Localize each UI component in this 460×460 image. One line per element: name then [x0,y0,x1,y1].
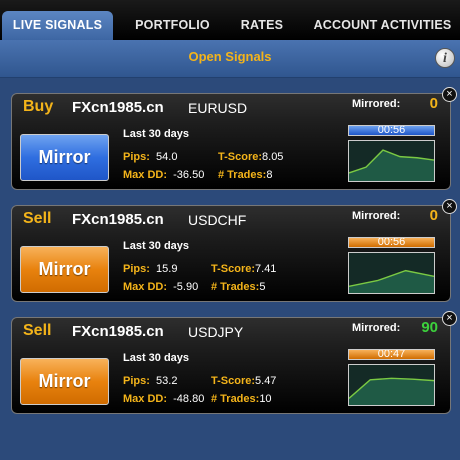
tscore-label: T-Score: [211,263,256,275]
trades-label: # Trades: [218,169,267,181]
performance-sparkline [348,140,435,182]
period-label: Last 30 days [123,128,190,140]
signal-provider[interactable]: FXcn1985.cn [72,211,164,228]
period-label: Last 30 days [123,240,190,252]
mirrored-label: Mirrored: [352,322,401,334]
tscore-value: 8.05 [262,151,284,163]
currency-pair: USDCHF [188,212,247,228]
signal-card: Buy FXcn1985.cn EURUSD Mirrored: 0 × Mir… [11,87,457,190]
maxdd-label: Max DD: [123,393,168,405]
pips-stat: Pips: 15.9 [123,263,177,275]
close-icon[interactable]: × [442,199,457,214]
pips-stat: Pips: 54.0 [123,151,177,163]
open-signals-header: Open Signals i [0,40,460,78]
trades-value: 5 [259,281,266,293]
tscore-stat: T-Score:5.47 [211,375,276,387]
signal-provider[interactable]: FXcn1985.cn [72,323,164,340]
page-title: Open Signals [188,49,272,64]
pips-stat: Pips: 53.2 [123,375,177,387]
mirror-button[interactable]: Mirror [20,358,109,405]
mirrored-label: Mirrored: [352,210,401,222]
pips-value: 53.2 [156,375,178,387]
maxdd-stat: Max DD: -36.50 [123,169,204,181]
sparkline-area [349,378,434,405]
tab-portfolio[interactable]: PORTFOLIO [120,11,225,40]
info-icon[interactable]: i [435,48,455,68]
maxdd-stat: Max DD: -5.90 [123,281,198,293]
pips-label: Pips: [123,375,150,387]
signal-card: Sell FXcn1985.cn USDCHF Mirrored: 0 × Mi… [11,199,457,302]
maxdd-label: Max DD: [123,169,168,181]
trades-stat: # Trades:5 [211,281,265,293]
tab-live-signals[interactable]: LIVE SIGNALS [2,11,113,40]
maxdd-stat: Max DD: -48.80 [123,393,204,405]
tscore-stat: T-Score:8.05 [218,151,283,163]
close-icon[interactable]: × [442,311,457,326]
currency-pair: USDJPY [188,324,244,340]
pips-value: 54.0 [156,151,178,163]
pips-value: 15.9 [156,263,178,275]
tab-bar: LIVE SIGNALS PORTFOLIO RATES ACCOUNT ACT… [0,0,460,40]
timer-text: 00:56 [377,237,406,248]
maxdd-label: Max DD: [123,281,168,293]
timer-progress-bar: 00:56 [348,237,435,248]
mirrored-count: 0 [429,207,438,224]
timer-progress-bar: 00:47 [348,349,435,360]
signal-side: Buy [23,98,54,115]
mirrored-label: Mirrored: [352,98,401,110]
maxdd-value: -48.80 [173,393,205,405]
performance-sparkline [348,364,435,406]
mirrored-count: 0 [429,95,438,112]
tscore-label: T-Score: [218,151,263,163]
trades-stat: # Trades:10 [211,393,272,405]
trades-label: # Trades: [211,393,260,405]
trades-value: 8 [266,169,273,181]
signal-side: Sell [23,322,52,339]
timer-text: 00:47 [377,349,406,360]
signal-provider[interactable]: FXcn1985.cn [72,99,164,116]
maxdd-value: -5.90 [173,281,199,293]
trades-value: 10 [259,393,272,405]
tab-rates[interactable]: RATES [232,11,292,40]
performance-sparkline [348,252,435,294]
mirror-button[interactable]: Mirror [20,246,109,293]
timer-progress-bar: 00:56 [348,125,435,136]
trades-label: # Trades: [211,281,260,293]
period-label: Last 30 days [123,352,190,364]
trades-stat: # Trades:8 [218,169,272,181]
tscore-value: 7.41 [255,263,277,275]
mirror-button[interactable]: Mirror [20,134,109,181]
maxdd-value: -36.50 [173,169,205,181]
tab-account-activities[interactable]: ACCOUNT ACTIVITIES [305,11,460,40]
pips-label: Pips: [123,151,150,163]
close-icon[interactable]: × [442,87,457,102]
tscore-label: T-Score: [211,375,256,387]
tscore-stat: T-Score:7.41 [211,263,276,275]
pips-label: Pips: [123,263,150,275]
currency-pair: EURUSD [188,100,248,116]
signal-side: Sell [23,210,52,227]
timer-text: 00:56 [377,125,406,136]
mirrored-count: 90 [421,319,438,336]
sparkline-area [349,150,434,181]
tscore-value: 5.47 [255,375,277,387]
signal-card: Sell FXcn1985.cn USDJPY Mirrored: 90 × M… [11,311,457,414]
